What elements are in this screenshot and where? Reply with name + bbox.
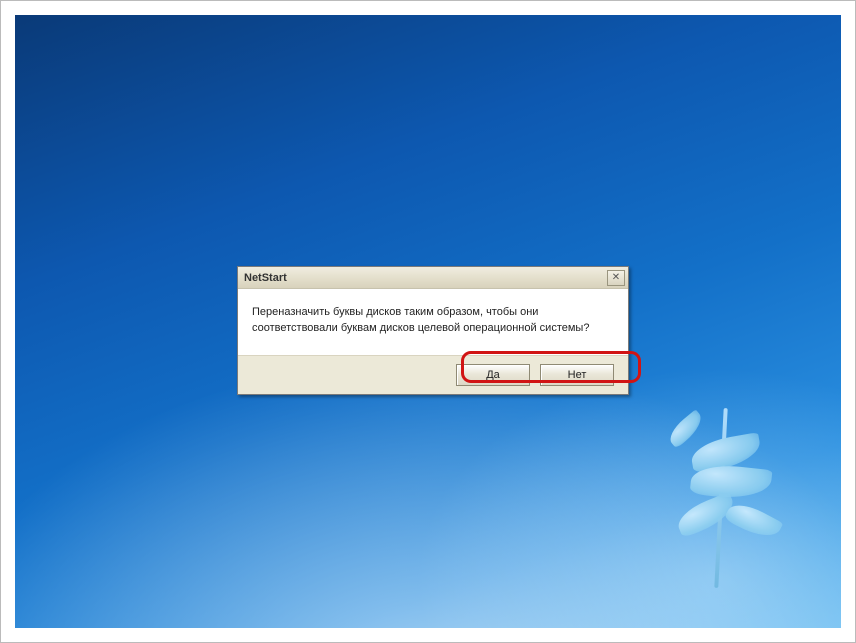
dialog-body: Переназначить буквы дисков таким образом… xyxy=(238,289,628,356)
wallpaper-plant xyxy=(621,328,801,588)
netstart-dialog: NetStart ✕ Переназначить буквы дисков та… xyxy=(237,266,629,395)
dialog-footer: Да Нет xyxy=(238,356,628,394)
no-button[interactable]: Нет xyxy=(540,364,614,386)
dialog-message: Переназначить буквы дисков таким образом… xyxy=(252,306,589,334)
close-button[interactable]: ✕ xyxy=(607,270,625,286)
dialog-title: NetStart xyxy=(244,272,287,284)
yes-button[interactable]: Да xyxy=(456,364,530,386)
close-icon: ✕ xyxy=(612,273,620,283)
screenshot-frame: NetStart ✕ Переназначить буквы дисков та… xyxy=(0,0,856,643)
dialog-titlebar[interactable]: NetStart ✕ xyxy=(238,267,628,289)
desktop-wallpaper: NetStart ✕ Переназначить буквы дисков та… xyxy=(15,15,841,628)
wallpaper-streak xyxy=(15,15,841,301)
